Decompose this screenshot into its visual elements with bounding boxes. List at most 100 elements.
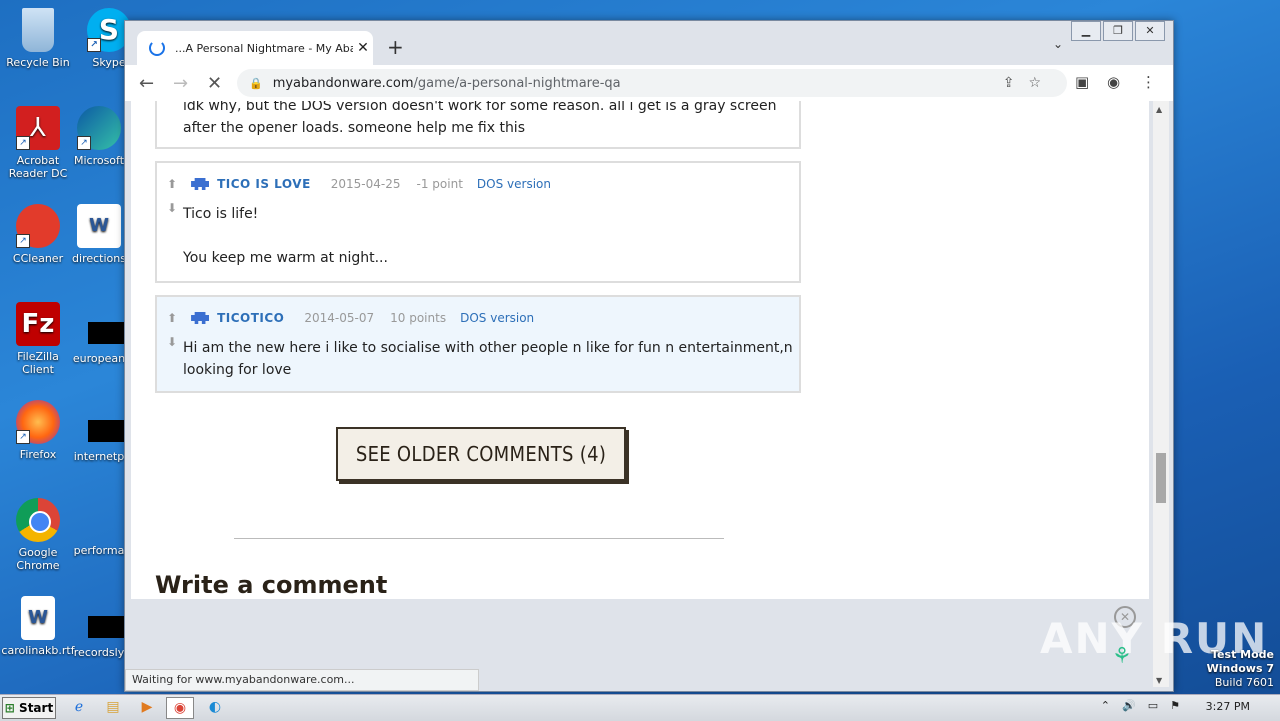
desktop-icon-label: Acrobat Reader DC: [8, 154, 68, 180]
space-invader-avatar-icon: [191, 178, 210, 190]
browser-window: ▁ ❐ ✕ ...A Personal Nightmare - My Aband…: [124, 20, 1174, 692]
desktop-icon-label: performa: [73, 544, 125, 557]
clock[interactable]: 3:27 PM: [1206, 700, 1250, 713]
word-doc-icon: W: [21, 596, 55, 640]
browser-tab[interactable]: ...A Personal Nightmare - My Aband ✕: [137, 31, 373, 65]
comment-text: looking for love: [183, 362, 292, 378]
redacted-icon: [88, 322, 126, 344]
tray-expand-icon[interactable]: ⌃: [1101, 699, 1110, 712]
edge-taskbar-icon[interactable]: ◐: [202, 697, 228, 717]
comment-version-link[interactable]: DOS version: [477, 177, 551, 191]
minimize-button[interactable]: ▁: [1071, 21, 1101, 41]
comment-text: idk why, but the DOS version doesn't wor…: [183, 101, 777, 136]
comment-username[interactable]: TICOTICO: [217, 311, 284, 325]
restore-button[interactable]: ❐: [1103, 21, 1133, 41]
desktop-icon-european[interactable]: european: [72, 322, 126, 365]
loading-spinner-icon: [149, 40, 165, 56]
volume-icon[interactable]: 🔊: [1122, 699, 1136, 712]
comment-date: 2015-04-25: [330, 177, 401, 191]
chrome-icon: [16, 498, 60, 542]
scroll-up-arrow-icon[interactable]: ▲: [1156, 105, 1162, 114]
edge-icon: ↗: [77, 106, 121, 150]
status-bar: Waiting for www.myabandonware.com...: [125, 669, 479, 691]
start-button[interactable]: ⊞ Start: [2, 697, 56, 719]
kebab-menu-icon[interactable]: ⋮: [1141, 73, 1156, 91]
close-window-button[interactable]: ✕: [1135, 21, 1165, 41]
comment-card-highlighted: ⬆ TICOTICO 2014-05-07 10 points DOS vers…: [155, 295, 801, 393]
page-scrollbar[interactable]: ▲ ▼: [1153, 101, 1169, 687]
page-content: idk why, but the DOS version doesn't wor…: [131, 101, 1149, 599]
chrome-taskbar-icon[interactable]: ◉: [166, 697, 194, 719]
comment-header: ⬆ TICOTICO 2014-05-07 10 points DOS vers…: [167, 311, 534, 325]
divider: [234, 538, 724, 539]
taskbar: ⊞ Start ℯ ▤ ▶ ◉ ◐ ⌃ 🔊 ▭ ⚑ 3:27 PM: [0, 694, 1280, 721]
downvote-arrow-icon[interactable]: ⬇: [167, 335, 177, 349]
desktop-icon-label: european: [72, 352, 126, 365]
upvote-arrow-icon[interactable]: ⬆: [167, 177, 177, 191]
desktop-icon-acrobat[interactable]: ⅄ ↗ Acrobat Reader DC: [0, 106, 76, 180]
desktop-icon-label: Skype: [92, 56, 126, 69]
network-icon[interactable]: ▭: [1148, 699, 1158, 712]
desktop-icon-label: recordsly: [73, 646, 125, 659]
scroll-down-arrow-icon[interactable]: ▼: [1156, 676, 1162, 685]
address-bar[interactable]: 🔒 myabandonware.com/game/a-personal-nigh…: [237, 69, 1067, 97]
upvote-arrow-icon[interactable]: ⬆: [167, 311, 177, 325]
comment-text: Tico is life!: [183, 206, 259, 222]
side-panel-icon[interactable]: ▣: [1075, 73, 1089, 91]
downvote-arrow-icon[interactable]: ⬇: [167, 201, 177, 215]
comment-username[interactable]: TICO IS LOVE: [217, 177, 311, 191]
desktop-icon-firefox[interactable]: ↗ Firefox: [0, 400, 76, 461]
comment-version-link[interactable]: DOS version: [460, 311, 534, 325]
share-bookmark-icons[interactable]: ⇪☆: [1003, 75, 1055, 91]
tab-close-icon[interactable]: ✕: [353, 40, 373, 56]
redacted-icon: [88, 616, 126, 638]
desktop-icon-directions[interactable]: W directions: [72, 204, 126, 265]
desktop-icon-chrome[interactable]: Google Chrome: [0, 498, 76, 572]
desktop-icon-recycle-bin[interactable]: Recycle Bin: [0, 8, 76, 69]
desktop-icon-filezilla[interactable]: Fz FileZilla Client: [0, 302, 76, 376]
desktop-icon-label: FileZilla Client: [17, 350, 59, 376]
start-label: Start: [19, 701, 54, 715]
desktop-icon-label: carolinakb.rtf: [1, 644, 75, 657]
test-mode-line: Test Mode: [1211, 648, 1274, 661]
see-older-comments-button[interactable]: SEE OLDER COMMENTS (4): [336, 427, 626, 481]
windows-logo-icon: ⊞: [4, 701, 15, 715]
comment-date: 2014-05-07: [304, 311, 375, 325]
acrobat-icon: ⅄ ↗: [16, 106, 60, 150]
window-controls: ▁ ❐ ✕: [1069, 21, 1165, 41]
firefox-icon: ↗: [16, 400, 60, 444]
desktop-icon-carolinakb[interactable]: W carolinakb.rtf: [0, 596, 76, 657]
url-host: myabandonware.com: [272, 75, 414, 91]
desktop-icon-internetp[interactable]: internetp: [72, 420, 126, 463]
media-player-taskbar-icon[interactable]: ▶: [134, 697, 160, 717]
word-doc-icon: W: [77, 204, 121, 248]
windows-version-line: Windows 7: [1206, 662, 1274, 675]
url-path: /game/a-personal-nightmare-qa: [413, 75, 621, 91]
comment-text: You keep me warm at night...: [183, 250, 388, 266]
desktop-icon-microsoft-edge[interactable]: ↗ Microsoft: [72, 106, 126, 167]
tab-search-chevron-icon[interactable]: ⌄: [1053, 37, 1063, 51]
stop-loading-icon[interactable]: ✕: [207, 73, 222, 94]
profile-avatar-icon[interactable]: ◉: [1107, 73, 1120, 91]
build-line: Build 7601: [1214, 676, 1274, 689]
desktop-icon-label: Firefox: [19, 448, 57, 461]
flag-icon[interactable]: ⚑: [1170, 699, 1180, 712]
desktop-icon-performa[interactable]: performa: [72, 520, 126, 557]
desktop-icon-label: Microsoft: [73, 154, 125, 167]
scrollbar-thumb[interactable]: [1156, 453, 1166, 503]
ccleaner-icon: ↗: [16, 204, 60, 248]
desktop-icon-label: CCleaner: [12, 252, 64, 265]
explorer-taskbar-icon[interactable]: ▤: [100, 697, 126, 717]
comment-header: ⬆ TICO IS LOVE 2015-04-25 -1 point DOS v…: [167, 177, 551, 191]
desktop-icon-recordsly[interactable]: recordsly: [72, 616, 126, 659]
desktop-icon-ccleaner[interactable]: ↗ CCleaner: [0, 204, 76, 265]
desktop-icon-label: internetp: [73, 450, 125, 463]
forward-arrow-icon[interactable]: →: [173, 73, 188, 94]
space-invader-avatar-icon: [191, 312, 210, 324]
new-tab-button[interactable]: +: [387, 35, 404, 59]
comment-card: ⬆ TICO IS LOVE 2015-04-25 -1 point DOS v…: [155, 161, 801, 283]
lock-icon: 🔒: [249, 76, 263, 90]
recycle-bin-icon: [22, 8, 54, 52]
ie-taskbar-icon[interactable]: ℯ: [66, 697, 92, 717]
back-arrow-icon[interactable]: ←: [139, 73, 154, 94]
